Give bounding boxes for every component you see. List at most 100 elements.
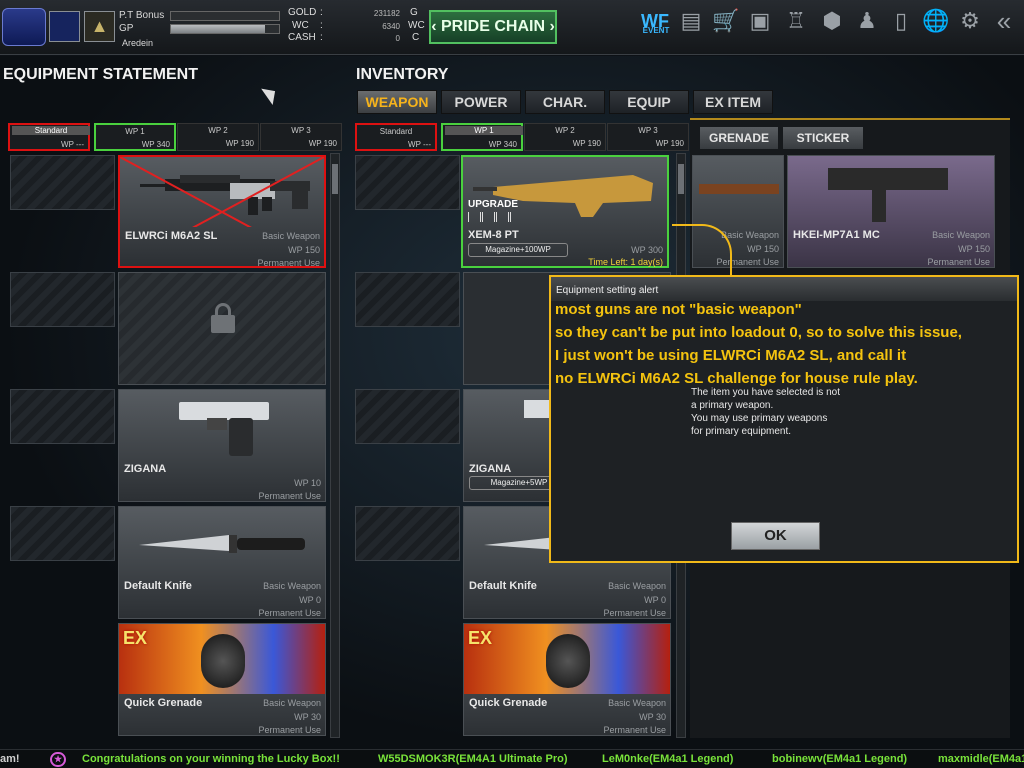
tab-power[interactable]: POWER — [441, 90, 521, 114]
inventory-slot[interactable] — [355, 389, 460, 444]
event-icon[interactable]: WF EVENT — [641, 6, 669, 36]
inventory-loadout-wp1[interactable]: WP 1 WP 340 — [441, 123, 523, 151]
colon: : — [320, 20, 323, 31]
smg-icon — [828, 168, 948, 190]
loadout-name: WP 3 — [291, 126, 311, 135]
cash-value: 0 — [395, 34, 400, 43]
subtab-sticker[interactable]: STICKER — [783, 127, 863, 149]
friends-icon[interactable]: ♟ — [853, 6, 881, 36]
card-duration: Permanent Use — [258, 725, 321, 735]
settings-icon[interactable]: ⚙ — [956, 6, 984, 36]
inventory-card-selected[interactable]: UPGRADE XEM-8 PT WP 300 Magazine+100WP T… — [461, 155, 669, 268]
pride-chain-label: PRIDE CHAIN — [440, 18, 545, 35]
globe-icon[interactable]: 🌐 — [922, 6, 950, 36]
rifle-icon — [699, 184, 779, 194]
smg-grip — [872, 190, 886, 222]
loadout-name: Standard — [379, 127, 413, 136]
inventory-title: INVENTORY — [356, 66, 449, 83]
card-name: ZIGANA — [469, 463, 512, 475]
scroll-thumb[interactable] — [332, 164, 338, 194]
colon: : — [320, 32, 323, 43]
tab-char[interactable]: CHAR. — [525, 90, 605, 114]
card-duration: Permanent Use — [927, 257, 990, 267]
wc-value: 6340 — [382, 22, 400, 31]
card-name: Quick Grenade — [124, 697, 203, 709]
wc-label: WC — [292, 20, 309, 31]
inventory-card-mp7[interactable]: HKEI-MP7A1 MC Basic Weapon WP 150 Perman… — [787, 155, 995, 268]
inventory-slot[interactable] — [355, 155, 460, 210]
box-icon[interactable]: ⬢ — [818, 6, 846, 36]
equipment-card-melee[interactable]: Default Knife Basic Weapon WP 0 Permanen… — [118, 506, 326, 619]
card-type: Basic Weapon — [262, 231, 320, 241]
equipment-slot[interactable] — [10, 506, 115, 561]
event-label: EVENT — [642, 26, 670, 35]
alert-message-line: The item you have selected is not — [691, 387, 840, 398]
card-wp: WP 10 — [294, 478, 321, 488]
tab-ex-item[interactable]: EX ITEM — [693, 90, 773, 114]
card-name: Default Knife — [124, 580, 192, 592]
inventory-card-grenade[interactable]: EX Quick Grenade Basic Weapon WP 30 Perm… — [463, 623, 671, 736]
loadout-standard[interactable]: Standard WP --- — [8, 123, 90, 151]
ticker-partial: am! — [0, 753, 20, 765]
username: Aredein — [122, 38, 154, 48]
equipment-slot[interactable] — [10, 155, 115, 210]
gold-row: GOLD : 231182 G — [288, 7, 418, 19]
cash-row: CASH : 0 C — [288, 33, 419, 44]
gold-unit: G — [410, 7, 418, 18]
equipment-scrollbar[interactable] — [330, 153, 340, 738]
rank-emblem — [49, 11, 80, 42]
inventory-loadout-wp2[interactable]: WP 2 WP 190 — [524, 123, 606, 151]
scroll-thumb[interactable] — [678, 164, 684, 194]
loadout-wp3[interactable]: WP 3 WP 190 — [260, 123, 342, 151]
equipment-card-primary[interactable]: ELWRCi M6A2 SL Basic Weapon WP 150 Perma… — [118, 155, 326, 268]
pt-bonus-bar — [170, 11, 280, 21]
back-icon[interactable]: « — [990, 6, 1018, 36]
inventory-loadout-standard[interactable]: Standard WP --- — [355, 123, 437, 151]
loadout-name: WP 1 — [125, 127, 145, 136]
equipment-title: EQUIPMENT STATEMENT — [3, 66, 198, 83]
inventory-slot[interactable] — [355, 272, 460, 327]
ticker-entry: maxmidle(EM4a1 Le — [938, 753, 1024, 765]
loadout-name: WP 2 — [208, 126, 228, 135]
clan-icon[interactable]: ♖ — [782, 6, 810, 36]
loadout-wp: WP 190 — [655, 139, 684, 148]
loadout-name: Standard — [12, 126, 90, 135]
inventory-slot[interactable] — [355, 506, 460, 561]
stats-icon[interactable]: ▯ — [887, 6, 915, 36]
inventory-icon[interactable]: ▣ — [746, 6, 774, 36]
loadout-wp: WP 190 — [572, 139, 601, 148]
tab-weapon[interactable]: WEAPON — [357, 90, 437, 114]
clan-logo — [2, 8, 46, 46]
colon: : — [320, 7, 323, 18]
equipment-slot[interactable] — [10, 272, 115, 327]
tab-equip[interactable]: EQUIP — [609, 90, 689, 114]
card-type: Basic Weapon — [721, 230, 779, 240]
loadout-wp1[interactable]: WP 1 WP 340 — [94, 123, 176, 151]
card-wp: WP 30 — [639, 712, 666, 722]
gold-label: GOLD — [288, 7, 317, 18]
upgrade-label: UPGRADE — [468, 199, 519, 210]
inventory-loadout-wp3[interactable]: WP 3 WP 190 — [607, 123, 689, 151]
card-name: ELWRCi M6A2 SL — [125, 230, 218, 242]
ok-button[interactable]: OK — [731, 522, 820, 550]
ranking-icon[interactable]: ▤ — [677, 6, 705, 36]
shop-icon[interactable]: 🛒 — [712, 6, 740, 36]
equipment-slot[interactable] — [10, 389, 115, 444]
card-wp: WP 150 — [747, 244, 779, 254]
equipment-card-grenade[interactable]: EX Quick Grenade Basic Weapon WP 30 Perm… — [118, 623, 326, 736]
card-duration: Permanent Use — [603, 725, 666, 735]
card-duration: Permanent Use — [258, 491, 321, 501]
ticker-entry: bobinewv(EM4a1 Legend) — [772, 753, 908, 765]
loadout-wp2[interactable]: WP 2 WP 190 — [177, 123, 259, 151]
overlay-text-line: no ELWRCi M6A2 SL challenge for house ru… — [555, 370, 918, 387]
equipment-card-secondary[interactable]: ZIGANA WP 10 Permanent Use — [118, 389, 326, 502]
alert-message-line: for primary equipment. — [691, 426, 792, 437]
wc-unit: WC — [408, 20, 425, 31]
subtab-grenade[interactable]: GRENADE — [700, 127, 778, 149]
upgrade-slots — [468, 212, 522, 222]
wc-row: WC : 6340 WC — [292, 20, 425, 32]
pride-chain-button[interactable]: ‹ PRIDE CHAIN › — [429, 10, 557, 44]
ticker-message: Congratulations on your winning the Luck… — [82, 753, 340, 765]
equipment-card-locked[interactable] — [118, 272, 326, 385]
loadout-wp: WP 190 — [225, 139, 254, 148]
